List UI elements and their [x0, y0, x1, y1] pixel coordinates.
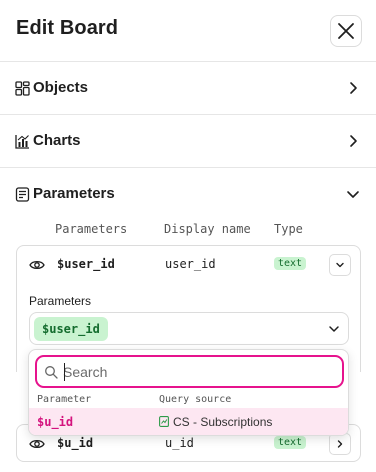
text-cursor	[64, 363, 65, 381]
column-header-parameters: Parameters	[55, 222, 128, 236]
parameters-icon	[15, 187, 30, 202]
parameter-select[interactable]: $user_id	[29, 312, 349, 345]
section-label: Charts	[33, 132, 81, 149]
query-icon	[159, 416, 169, 427]
expand-row-button[interactable]	[329, 433, 351, 455]
option-parameter: $u_id	[37, 415, 74, 429]
chevron-right-icon	[337, 440, 343, 448]
chevron-down-icon	[347, 191, 359, 198]
column-header-type: Type	[274, 222, 303, 236]
chevron-right-icon	[350, 135, 357, 147]
chevron-down-icon	[336, 262, 344, 268]
collapse-row-button[interactable]	[329, 254, 351, 276]
search-input[interactable]	[63, 362, 333, 382]
section-charts[interactable]: Charts	[0, 115, 376, 168]
display-name: user_id	[165, 257, 216, 271]
parameter-name: $user_id	[57, 257, 115, 271]
chevron-right-icon	[350, 82, 357, 94]
column-header-display-name: Display name	[164, 222, 251, 236]
parameter-name: $u_id	[57, 436, 94, 450]
option-query-source: CS - Subscriptions	[173, 415, 273, 429]
search-icon	[45, 366, 58, 379]
objects-icon	[15, 81, 30, 96]
parameters-field-label: Parameters	[29, 294, 92, 308]
display-name: u_id	[165, 436, 194, 450]
chevron-down-icon	[329, 326, 339, 332]
section-label: Objects	[33, 79, 89, 96]
type-badge: text	[274, 257, 307, 270]
section-objects[interactable]: Objects	[0, 62, 376, 115]
search-field[interactable]	[35, 355, 344, 388]
dropdown-option[interactable]: $u_id CS - Subscriptions	[29, 408, 348, 435]
close-button[interactable]	[330, 15, 362, 47]
type-badge: text	[274, 436, 307, 449]
eye-icon[interactable]	[29, 258, 45, 272]
dropdown-column-query-source: Query source	[159, 394, 232, 405]
page-title: Edit Board	[16, 17, 119, 39]
chart-icon	[15, 135, 29, 149]
parameter-row[interactable]: $user_id user_id text	[16, 245, 361, 283]
parameter-dropdown: Parameter Query source $u_id CS - Subscr…	[28, 349, 349, 436]
section-label: Parameters	[33, 185, 115, 202]
selected-parameter-chip[interactable]: $user_id	[34, 317, 108, 341]
section-parameters[interactable]: Parameters	[0, 168, 376, 221]
eye-icon[interactable]	[29, 437, 45, 451]
panel-header: Edit Board	[0, 0, 376, 62]
dropdown-column-parameter: Parameter	[37, 394, 92, 405]
close-icon	[338, 23, 354, 39]
